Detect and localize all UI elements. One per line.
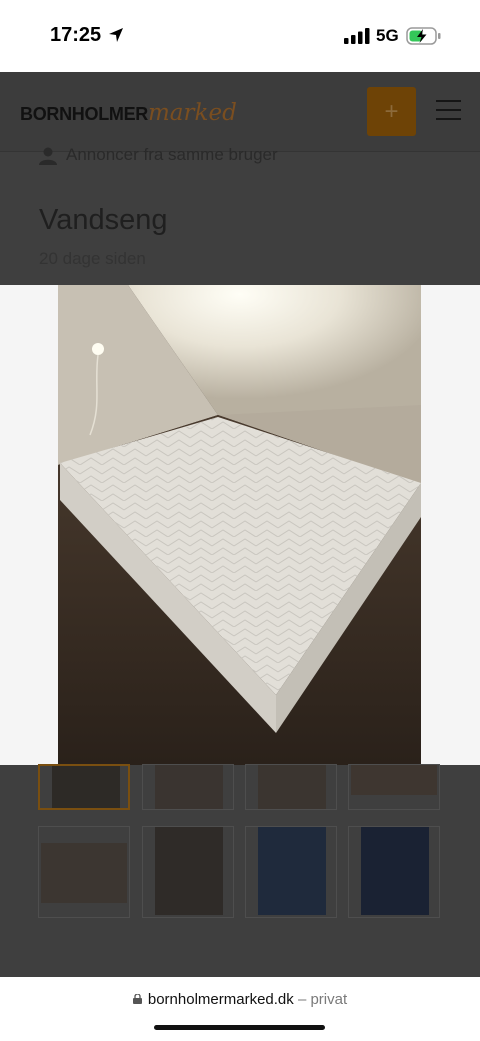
status-bar: 17:25 5G (0, 0, 480, 72)
listing-title: Vandseng (39, 204, 168, 236)
url-display[interactable]: bornholmermarked.dk – privat (0, 991, 480, 1008)
location-arrow-icon (109, 28, 123, 42)
posted-time: 20 dage siden (39, 249, 146, 268)
add-listing-button[interactable]: + (367, 87, 416, 136)
lock-icon (132, 994, 142, 1004)
thumbnail-6[interactable] (142, 826, 234, 918)
same-user-label: Annoncer fra samme bruger (66, 145, 278, 164)
browser-address-bar[interactable]: bornholmermarked.dk – privat (0, 977, 480, 1041)
status-time: 17:25 (50, 24, 102, 46)
listing-photo[interactable] (58, 285, 421, 765)
thumbnail-8[interactable] (348, 826, 440, 918)
private-mode-label: – privat (297, 991, 348, 1008)
thumbnail-2[interactable] (142, 764, 234, 810)
thumbnail-5[interactable] (38, 826, 130, 918)
thumbnail-1[interactable] (38, 764, 130, 810)
thumbnail-3[interactable] (245, 764, 337, 810)
thumbnail-7[interactable] (245, 826, 337, 918)
logo-script-text: marked (148, 100, 237, 126)
thumbnail-4[interactable] (348, 764, 440, 810)
hamburger-menu-icon[interactable] (436, 100, 461, 120)
plus-icon: + (384, 98, 399, 125)
url-domain: bornholmermarked.dk (147, 991, 294, 1008)
network-type: 5G (376, 26, 399, 45)
logo-bold-text: BORNHOLMER (20, 104, 148, 124)
home-indicator (154, 1025, 325, 1030)
user-icon (39, 147, 57, 165)
signal-bars-icon (344, 28, 370, 44)
mattress-photo-illustration (58, 285, 421, 765)
battery-charging-icon (406, 27, 441, 45)
site-logo[interactable]: BORNHOLMERmarked (20, 100, 237, 130)
